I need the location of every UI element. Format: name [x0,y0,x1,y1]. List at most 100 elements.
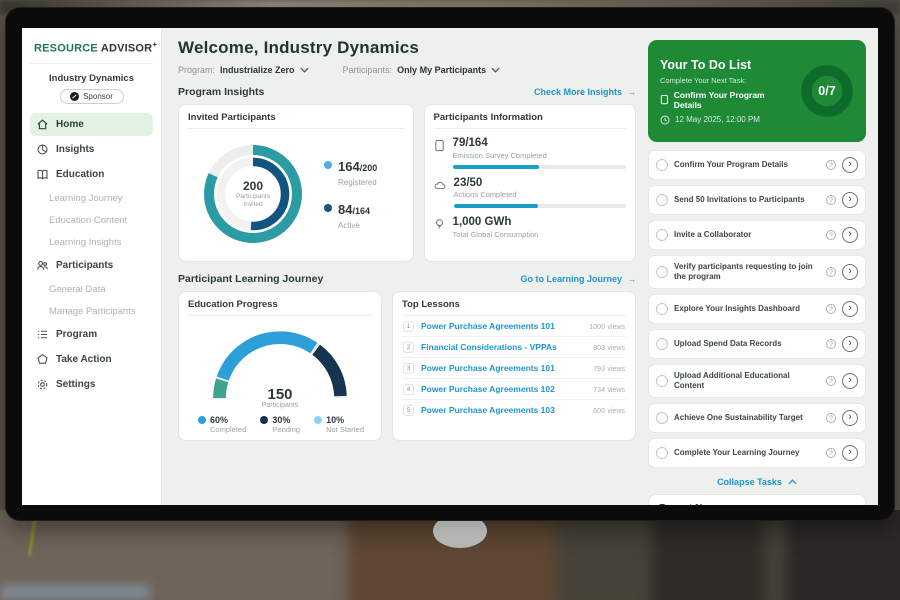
task-checkbox[interactable] [656,159,668,171]
task-checkbox[interactable] [656,229,668,241]
help-icon: ? [826,376,836,386]
todo-task[interactable]: Upload Additional Educational Content ? … [648,364,866,398]
chevron-right-button[interactable]: › [842,227,858,243]
task-label: Verify participants requesting to join t… [674,262,820,282]
task-checkbox[interactable] [656,412,668,424]
stat-emission-survey: 79/164 Emission Survey Completed [434,137,626,169]
lesson-rank: 1 [403,321,414,332]
actions-icon [434,179,446,191]
sidebar-item-program[interactable]: Program [30,323,153,346]
todo-task[interactable]: Confirm Your Program Details ? › [648,150,866,180]
help-icon: ? [826,339,836,349]
stat-label: Emission Survey Completed [453,151,626,160]
card-title: Invited Participants [188,112,404,129]
chevron-right-button[interactable]: › [842,336,858,352]
sidebar-item-learning-insights[interactable]: Learning Insights [30,232,153,253]
todo-task[interactable]: Send 50 Invitations to Participants ? › [648,185,866,215]
take-action-icon [36,353,49,366]
sidebar-item-participants[interactable]: Participants [30,254,153,277]
todo-task[interactable]: Explore Your Insights Dashboard ? › [648,294,866,324]
sidebar-item-education[interactable]: Education [30,163,153,186]
chevron-right-button[interactable]: › [842,301,858,317]
chevron-right-button[interactable]: › [842,373,858,389]
card-title: Education Progress [188,299,372,316]
background-highlight [0,585,150,600]
chevron-right-button[interactable]: › [842,192,858,208]
sidebar-item-settings[interactable]: Settings [30,373,153,396]
progress-bar-fill [454,204,539,208]
todo-task[interactable]: Upload Spend Data Records ? › [648,329,866,359]
legend-dot [324,204,332,212]
task-label: Confirm Your Program Details [674,160,820,170]
logo-plus: + [152,40,157,49]
legend-item-registered: 164/200 Registered [324,158,377,187]
todo-task[interactable]: Verify participants requesting to join t… [648,255,866,289]
participants-information-card: Participants Information 79/164 Emission… [424,104,636,262]
task-label: Upload Spend Data Records [674,339,820,349]
arrow-right-icon: → [627,274,636,284]
check-more-insights-link[interactable]: Check More Insights → [534,87,636,97]
go-to-learning-journey-link[interactable]: Go to Learning Journey → [520,274,636,284]
sidebar-item-insights[interactable]: Insights [30,138,153,161]
chevron-right-button[interactable]: › [842,445,858,461]
lesson-link[interactable]: Power Purchase Agreements 102 [421,384,586,394]
legend-label: Registered [338,178,377,187]
task-checkbox[interactable] [656,303,668,315]
sidebar-item-general-data[interactable]: General Data [30,279,153,300]
survey-icon [434,139,445,152]
link-label: Check More Insights [534,87,622,97]
task-checkbox[interactable] [656,266,668,278]
settings-icon [36,378,49,391]
collapse-tasks-link[interactable]: Collapse Tasks [648,473,866,494]
stat-actions-completed: 23/50 Actions Completed [434,177,626,209]
sidebar-item-take-action[interactable]: Take Action [30,348,153,371]
sidebar-item-learning-journey[interactable]: Learning Journey [30,188,153,209]
task-checkbox[interactable] [656,338,668,350]
task-checkbox[interactable] [656,375,668,387]
lesson-link[interactable]: Financial Considerations - VPPAs [421,342,586,352]
sidebar-item-education-content[interactable]: Education Content [30,210,153,231]
task-checkbox[interactable] [656,447,668,459]
chevron-right-button[interactable]: › [842,157,858,173]
legend-item-active: 84/164 Active [324,201,377,230]
chevron-right-button[interactable]: › [842,264,858,280]
education-icon [36,168,49,181]
participants-filter[interactable]: Participants: Only My Participants [343,65,501,75]
lesson-link[interactable]: Power Purchase Agreements 101 [421,363,586,373]
logo-secondary: ADVISOR [101,43,153,55]
task-checkbox[interactable] [656,194,668,206]
clock-icon [660,115,670,125]
legend-item-pending: 30% Pending [260,415,300,434]
legend-item-completed: 60% Completed [198,415,246,434]
todo-next-task: Confirm Your Program Details [674,90,792,110]
lesson-rank: 5 [403,405,414,416]
sidebar-item-home[interactable]: Home [30,113,153,136]
stat-value: 1,000 GWh [453,216,626,229]
program-filter-label: Program: [178,65,215,75]
chevron-down-icon [491,67,500,73]
section-title-program-insights: Program Insights [178,86,264,98]
todo-task[interactable]: Achieve One Sustainability Target ? › [648,403,866,433]
recent-news-card: Recent News [648,494,866,505]
task-label: Explore Your Insights Dashboard [674,304,820,314]
program-filter[interactable]: Program: Industrialize Zero [178,65,309,75]
chevron-up-icon [788,479,797,485]
main-content: Welcome, Industry Dynamics Program: Indu… [162,28,646,505]
stat-label: Actions Completed [454,190,626,199]
legend-pct: 10% [326,415,344,425]
chevron-right-button[interactable]: › [842,410,858,426]
sidebar-item-label: Home [56,119,84,130]
invited-donut-chart: 200 Participants Invited [194,135,312,253]
task-label: Complete Your Learning Journey [674,448,820,458]
views-suffix: views [607,387,625,394]
lesson-rank: 4 [403,384,414,395]
help-icon: ? [826,413,836,423]
lesson-link[interactable]: Power Purchase Agreements 101 [421,321,582,331]
monitor-bezel: RESOURCE ADVISOR+ Industry Dynamics Spon… [6,8,894,520]
todo-task[interactable]: Invite a Collaborator ? › [648,220,866,250]
lesson-link[interactable]: Power Purchase Agreements 103 [421,405,586,415]
org-name: Industry Dynamics [30,73,153,84]
sidebar-item-manage-participants[interactable]: Manage Participants [30,301,153,322]
sponsor-label: Sponsor [83,92,113,101]
todo-task[interactable]: Complete Your Learning Journey ? › [648,438,866,468]
